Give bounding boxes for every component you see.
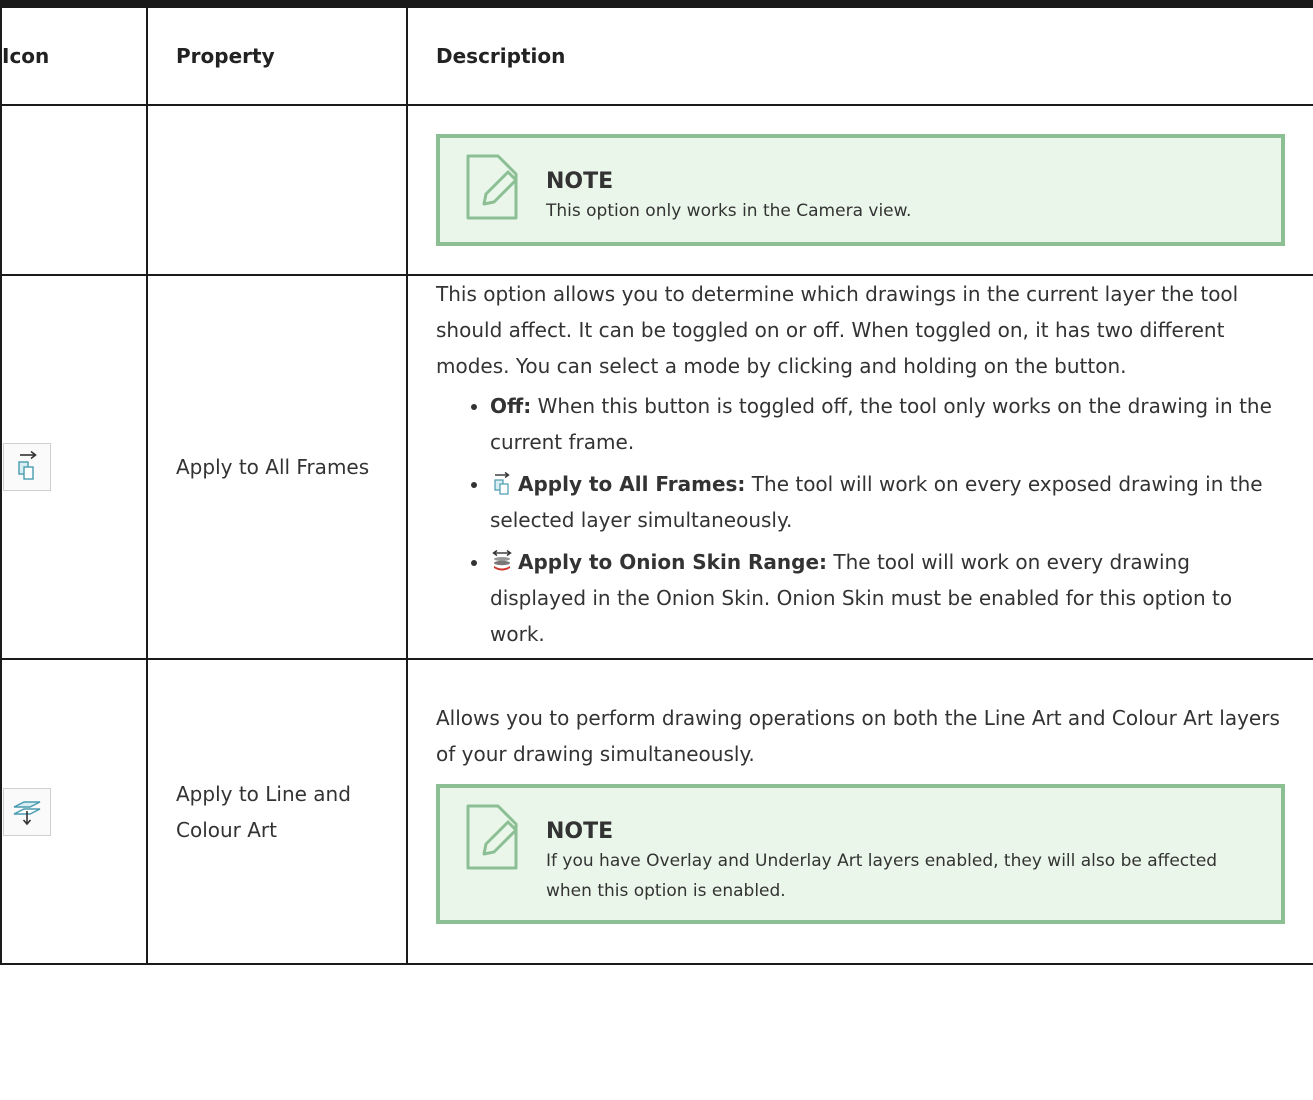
property-cell (146, 104, 408, 276)
onion-skin-range-icon (492, 549, 512, 571)
header-description: Description (406, 0, 1313, 106)
properties-table: Icon Property Description NOTE This opti… (0, 0, 1313, 965)
list-item: Apply to All Frames: The tool will work … (490, 466, 1285, 538)
note-title: NOTE (546, 169, 614, 194)
apply-to-all-frames-icon (494, 471, 510, 495)
list-item: Off: When this button is toggled off, th… (490, 388, 1285, 460)
note-icon (466, 154, 518, 220)
note-text: This option only works in the Camera vie… (546, 201, 912, 221)
mode-label: Apply to Onion Skin Range: (518, 550, 828, 574)
table-header-row: Icon Property Description (0, 0, 1313, 106)
description-text: This option allows you to determine whic… (436, 282, 1239, 378)
description-cell: This option allows you to determine whic… (406, 274, 1313, 660)
description-cell: Allows you to perform drawing operations… (406, 658, 1313, 965)
list-item: Apply to Onion Skin Range: The tool will… (490, 544, 1285, 652)
note-icon (466, 804, 518, 869)
note-title: NOTE (546, 818, 614, 844)
mode-text: When this button is toggled off, the too… (490, 394, 1272, 454)
table-row: Apply to Line and Colour Art Allows you … (0, 658, 1313, 965)
icon-cell (0, 658, 148, 965)
icon-cell (0, 104, 148, 276)
apply-to-all-frames-icon (3, 443, 51, 491)
note-box: NOTE If you have Overlay and Underlay Ar… (436, 783, 1285, 924)
modes-list: Off: When this button is toggled off, th… (436, 388, 1285, 652)
description-text: Allows you to perform drawing operations… (436, 705, 1280, 766)
table-row: NOTE This option only works in the Camer… (0, 104, 1313, 276)
note-text: If you have Overlay and Underlay Art lay… (546, 850, 1218, 901)
icon-cell (0, 274, 148, 660)
description-cell: NOTE This option only works in the Camer… (406, 104, 1313, 276)
property-cell: Apply to Line and Colour Art (146, 658, 408, 965)
mode-label: Apply to All Frames: (518, 472, 746, 496)
table-row: Apply to All Frames This option allows y… (0, 274, 1313, 660)
header-icon: Icon (0, 0, 148, 106)
note-box: NOTE This option only works in the Camer… (436, 134, 1285, 246)
mode-label: Off: (490, 394, 532, 418)
header-property: Property (146, 0, 408, 106)
property-cell: Apply to All Frames (146, 274, 408, 660)
line-and-colour-art-icon (3, 787, 51, 836)
